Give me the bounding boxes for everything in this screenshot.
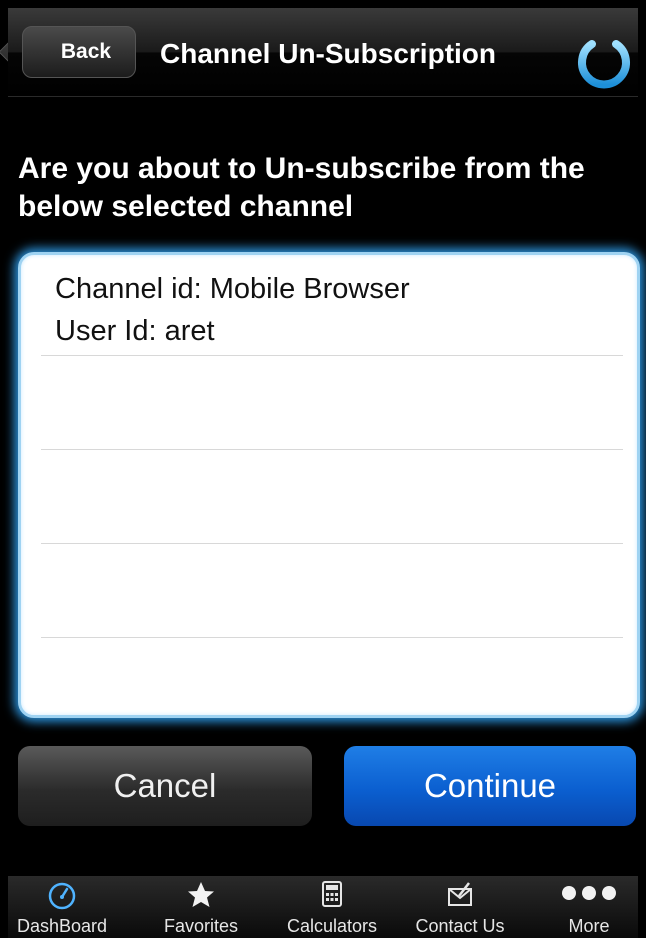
user-id-text: User Id: aret <box>55 315 215 347</box>
tab-calculators-label: Calculators <box>286 916 378 936</box>
tab-contact-us-label: Contact Us <box>415 916 505 936</box>
cancel-button-label: Cancel <box>113 767 217 804</box>
tab-dashboard-label: DashBoard <box>16 916 108 936</box>
divider <box>41 543 623 544</box>
divider <box>41 637 623 638</box>
calculator-icon <box>322 881 342 907</box>
envelope-icon <box>448 882 472 906</box>
tab-more-label: More <box>568 916 610 936</box>
back-button[interactable]: Back <box>22 26 136 78</box>
channel-details-panel: Channel id: Mobile Browser User Id: aret <box>18 252 640 718</box>
tab-favorites[interactable]: Favorites <box>146 876 256 938</box>
cancel-button[interactable]: Cancel <box>18 746 312 826</box>
tab-dashboard[interactable]: DashBoard <box>8 876 116 938</box>
page-title: Channel Un-Subscription <box>160 38 496 69</box>
channel-id-text: Channel id: Mobile Browser <box>55 273 410 305</box>
star-icon <box>188 882 214 907</box>
gauge-icon <box>48 882 76 910</box>
tab-bar: DashBoard Favorites Calculators Contact … <box>8 876 638 938</box>
divider <box>41 449 623 450</box>
more-icon <box>562 886 616 900</box>
continue-button-label: Continue <box>423 767 557 804</box>
continue-button[interactable]: Continue <box>344 746 636 826</box>
back-button-label: Back <box>60 40 112 63</box>
tab-favorites-label: Favorites <box>163 916 239 936</box>
tab-calculators[interactable]: Calculators <box>270 876 394 938</box>
navigation-bar: Back Channel Un-Subscription <box>8 8 638 97</box>
tab-contact-us[interactable]: Contact Us <box>404 876 516 938</box>
tab-more[interactable]: More <box>548 876 630 938</box>
confirmation-question: Are you about to Un-subscribe from the b… <box>18 152 585 223</box>
divider <box>41 355 623 356</box>
power-icon[interactable] <box>574 30 634 90</box>
